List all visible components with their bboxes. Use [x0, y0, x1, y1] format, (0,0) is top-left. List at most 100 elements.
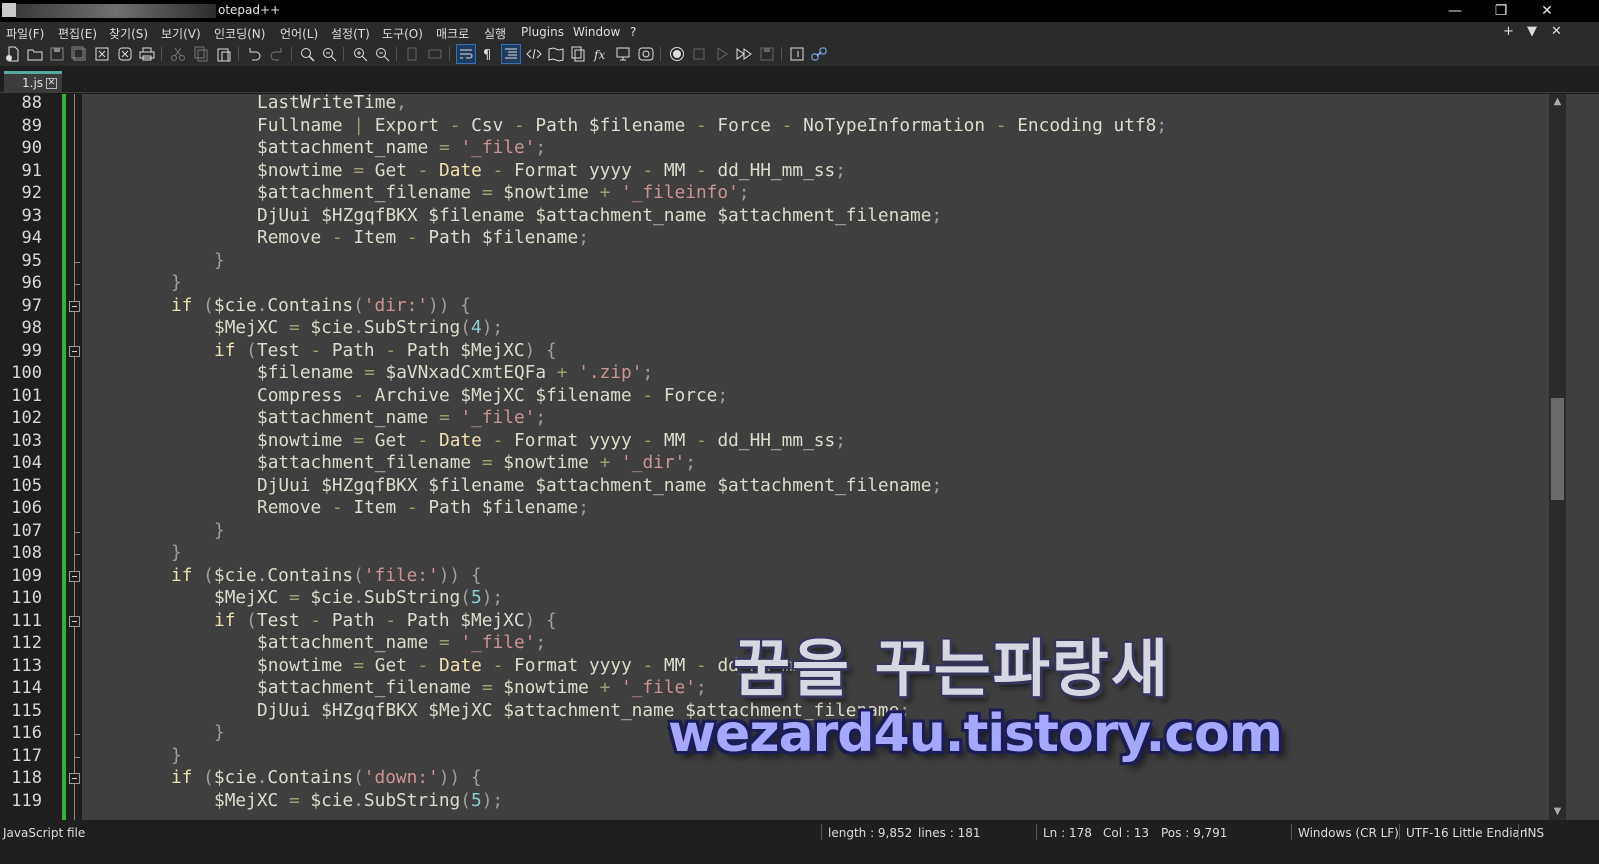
menu-tools[interactable]: 도구(O)	[382, 25, 423, 42]
line-number: 92	[21, 183, 42, 203]
status-encoding: UTF-16 Little Endian	[1406, 826, 1528, 840]
tab-label: 1.js	[22, 76, 44, 90]
menu-view[interactable]: 보기(V)	[161, 25, 201, 42]
folder-as-workspace-icon[interactable]	[614, 45, 632, 63]
undo-icon[interactable]	[245, 45, 263, 63]
line-number: 112	[11, 633, 42, 653]
launch-cmd-icon[interactable]	[788, 45, 806, 63]
status-ln: Ln : 178	[1043, 826, 1092, 840]
sync-vertical-icon[interactable]	[403, 45, 421, 63]
close-file-icon[interactable]	[93, 45, 111, 63]
fold-toggle-icon[interactable]	[69, 773, 80, 784]
zoom-in-icon[interactable]	[351, 45, 369, 63]
scroll-down-icon[interactable]: ▼	[1553, 807, 1562, 817]
close-icon[interactable]: ✕	[1524, 0, 1570, 22]
code-line: $attachment_name = '_file';	[257, 632, 547, 653]
fold-toggle-icon[interactable]	[69, 345, 80, 357]
plugin-link-icon[interactable]	[810, 45, 828, 63]
play-macro-icon[interactable]	[713, 45, 731, 63]
menu-edit[interactable]: 편집(E)	[58, 25, 97, 42]
copy-icon[interactable]	[192, 45, 210, 63]
new-tab-icon[interactable]: +	[1503, 24, 1514, 39]
sync-horizontal-icon[interactable]	[426, 45, 444, 63]
redacted-title-area	[16, 4, 216, 18]
menu-search[interactable]: 찾기(S)	[109, 25, 148, 42]
menu-window[interactable]: Window	[573, 25, 620, 39]
paste-icon[interactable]	[215, 45, 233, 63]
cut-icon[interactable]	[169, 45, 187, 63]
menu-macro[interactable]: 매크로	[436, 25, 469, 42]
save-all-icon[interactable]	[70, 45, 88, 63]
menu-file[interactable]: 파일(F)	[6, 25, 44, 42]
menu-settings[interactable]: 설정(T)	[331, 25, 370, 42]
toolbar-separator	[238, 47, 239, 61]
word-wrap-icon[interactable]	[456, 44, 476, 64]
document-list-icon[interactable]	[569, 45, 587, 63]
code-line: $MejXC = $cie.SubString(5);	[214, 587, 504, 608]
monitoring-icon[interactable]	[637, 45, 655, 63]
save-icon[interactable]	[48, 45, 66, 63]
toolbar-separator	[660, 47, 661, 61]
toolbar-separator	[343, 47, 344, 61]
replace-icon[interactable]	[320, 45, 338, 63]
fold-toggle-icon[interactable]	[69, 615, 80, 627]
zoom-out-icon[interactable]	[373, 45, 391, 63]
scrollbar-thumb[interactable]	[1551, 398, 1564, 500]
line-number: 103	[11, 430, 42, 451]
code-line: if ($cie.Contains('down:')) {	[171, 767, 482, 788]
status-bar: JavaScript file length : 9,852 lines : 1…	[0, 820, 1599, 864]
watermark-url: wezard4u.tistory.com	[668, 704, 1283, 764]
open-file-icon[interactable]	[26, 45, 44, 63]
redo-icon[interactable]	[268, 45, 286, 63]
stop-record-icon[interactable]	[690, 45, 708, 63]
line-number: 114	[11, 678, 42, 698]
menu-bar: 파일(F) 편집(E) 찾기(S) 보기(V) 인코딩(N) 언어(L) 설정(…	[0, 22, 1599, 42]
new-file-icon[interactable]	[4, 45, 22, 63]
fold-guide-line	[74, 94, 75, 834]
tab-list-icon[interactable]: ▼	[1527, 24, 1537, 39]
line-number: 95	[21, 250, 42, 271]
code-line: if ($cie.Contains('dir:')) {	[171, 294, 471, 316]
line-number: 104	[11, 453, 42, 473]
function-list-icon[interactable]: fx	[592, 45, 610, 63]
toolbar-separator	[781, 47, 782, 61]
fold-toggle-icon[interactable]	[69, 570, 80, 582]
close-doc-icon[interactable]: ✕	[1551, 24, 1562, 39]
xml-tag-icon[interactable]	[525, 45, 543, 63]
indent-guide-icon[interactable]	[501, 44, 521, 64]
restore-icon[interactable]: ❐	[1478, 0, 1524, 22]
fold-end-marker	[74, 756, 80, 758]
line-number: 106	[11, 498, 42, 518]
tab-close-icon[interactable]: ✕	[46, 78, 57, 89]
code-line: Remove - Item - Path $filename;	[257, 227, 589, 248]
status-separator	[821, 824, 822, 840]
vertical-scrollbar[interactable]: ▲ ▼	[1549, 94, 1566, 820]
show-all-chars-icon[interactable]: ¶	[479, 45, 497, 63]
status-eol: Windows (CR LF)	[1298, 826, 1399, 840]
menu-plugins[interactable]: Plugins	[521, 25, 564, 39]
fold-toggle-icon[interactable]	[69, 300, 80, 312]
close-all-icon[interactable]	[116, 45, 134, 63]
run-macro-multiple-icon[interactable]	[735, 45, 753, 63]
record-macro-icon[interactable]	[668, 45, 686, 63]
status-pos: Pos : 9,791	[1161, 826, 1228, 840]
menu-help[interactable]: ?	[630, 25, 636, 39]
menu-encoding[interactable]: 인코딩(N)	[214, 25, 265, 42]
tab-1-js[interactable]: 1.js ✕	[4, 71, 62, 93]
code-line: $attachment_filename = $nowtime + '_dir'…	[257, 452, 696, 473]
code-line: Fullname | Export - Csv - Path $filename…	[257, 114, 1168, 136]
document-map-icon[interactable]	[547, 45, 565, 63]
toolbar-separator	[291, 47, 292, 61]
status-lines: lines : 181	[918, 826, 981, 840]
find-icon[interactable]	[298, 45, 316, 63]
scroll-up-icon[interactable]: ▲	[1553, 97, 1562, 107]
svg-text:fx: fx	[593, 48, 605, 62]
menu-language[interactable]: 언어(L)	[280, 25, 318, 42]
minimize-icon[interactable]: —	[1432, 0, 1478, 22]
print-icon[interactable]	[138, 45, 156, 63]
fold-end-marker	[74, 734, 80, 735]
menu-run[interactable]: 실행	[484, 25, 506, 42]
code-line: $nowtime = Get - Date - Format yyyy - MM…	[257, 159, 846, 181]
line-number: 94	[21, 228, 42, 248]
save-macro-icon[interactable]	[758, 45, 776, 63]
